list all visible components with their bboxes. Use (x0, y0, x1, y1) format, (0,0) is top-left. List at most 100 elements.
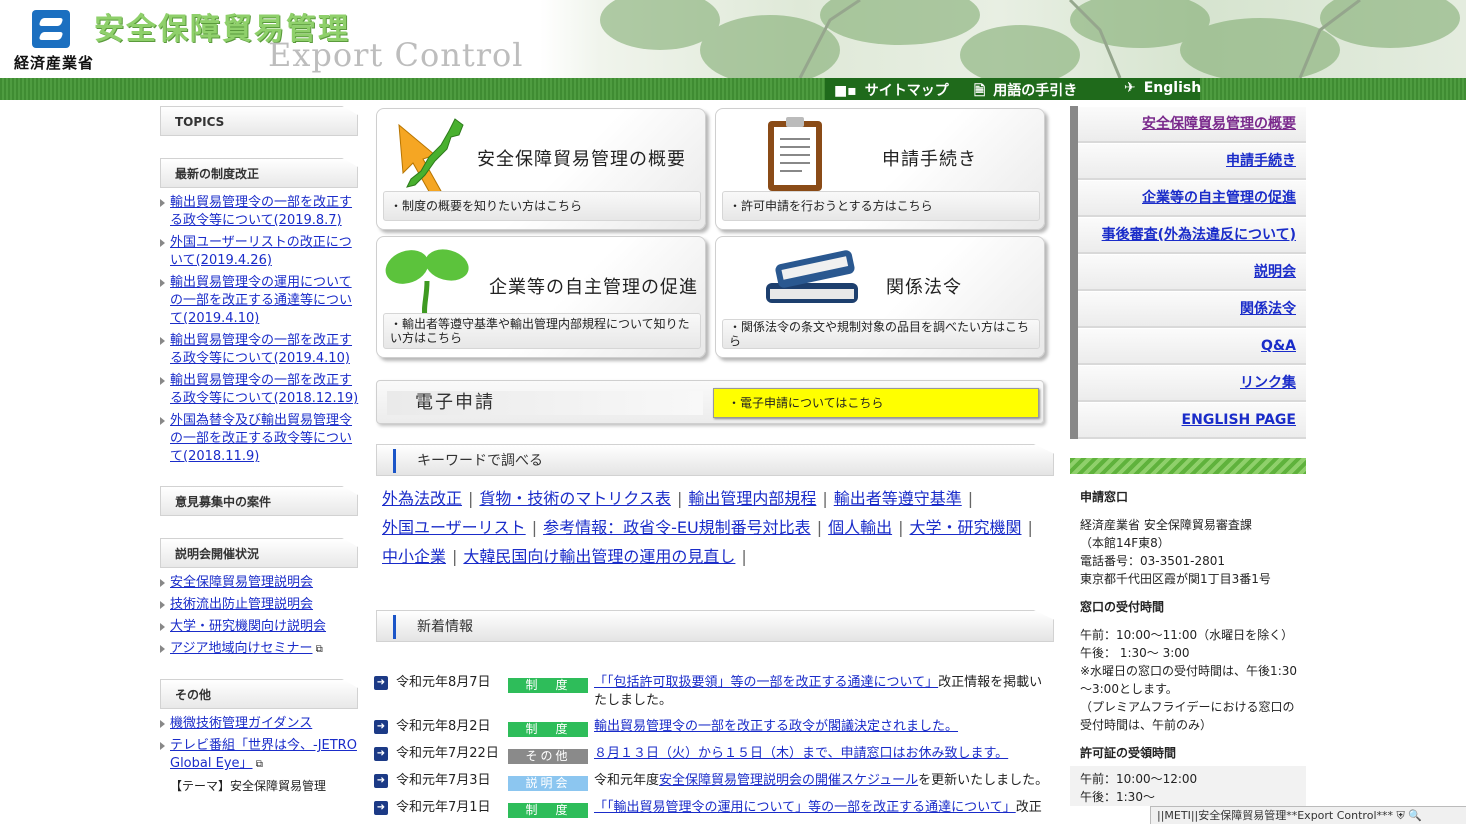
list-item[interactable]: テレビ番組「世界は今、-JETRO Global Eye」 ⧉ (160, 737, 360, 774)
right-nav-link[interactable]: リンク集 (1240, 375, 1296, 391)
news-date: 令和元年8月2日 (396, 719, 491, 734)
right-nav-item[interactable]: 事後審査(外為法違反について) (1078, 217, 1306, 254)
right-nav-item[interactable]: Q&A (1078, 328, 1306, 365)
permit-line: 午前：10:00～12:00 (1080, 772, 1198, 786)
glossary-link[interactable]: 🗎 用語の手引き (974, 80, 1077, 104)
news-link[interactable]: ８月１３日（火）から１５日（木）まで、申請窓口はお休み致します。 (594, 746, 1008, 761)
right-nav-item[interactable]: 企業等の自主管理の促進 (1078, 180, 1306, 217)
right-nav-link[interactable]: Q&A (1261, 338, 1296, 354)
tile-overview[interactable]: 安全保障貿易管理の概要 ・制度の概要を知りたい方はこちら (376, 108, 706, 230)
keyword-link[interactable]: 外為法改正 (382, 489, 462, 508)
news-link[interactable]: 「「輸出貿易管理令の運用について」等の一部を改正する通達について」 (594, 800, 1016, 815)
right-nav-link[interactable]: 事後審査(外為法違反について) (1102, 227, 1296, 243)
list-item[interactable]: 輸出貿易管理令の一部を改正する政令等について(2018.12.19) (160, 372, 360, 408)
list-item[interactable]: 大学・研究機関向け説明会 (160, 618, 360, 636)
guidance-link[interactable]: 機微技術管理ガイダンス (170, 716, 312, 731)
right-nav-link[interactable]: 企業等の自主管理の促進 (1142, 190, 1296, 206)
right-nav-link[interactable]: 関係法令 (1240, 301, 1296, 317)
list-item[interactable]: 輸出貿易管理令の一部を改正する政令等について(2019.8.7) (160, 194, 360, 230)
revision-link[interactable]: 輸出貿易管理令の一部を改正する政令等について(2018.12.19) (170, 373, 358, 406)
arrow-right-icon: ➜ (374, 774, 388, 788)
permit-heading: 許可証の受領時間 (1080, 746, 1177, 760)
tile-description[interactable]: ・関係法令の条文や規制対象の品目を調べたい方はこちら (722, 319, 1040, 349)
right-nav-item[interactable]: ENGLISH PAGE (1078, 402, 1306, 439)
permit-line: 午後：1:30～ (1080, 790, 1155, 804)
right-nav-link[interactable]: 申請手続き (1226, 153, 1296, 169)
list-item[interactable]: 輸出貿易管理令の一部を改正する政令等について(2019.4.10) (160, 332, 360, 368)
right-nav-item[interactable]: 関係法令 (1078, 291, 1306, 328)
topics-heading: TOPICS (160, 106, 358, 136)
news-link[interactable]: 輸出貿易管理令の一部を改正する政令が閣議決定されました。 (594, 719, 958, 734)
left-sidebar: TOPICS 最新の制度改正 輸出貿易管理令の一部を改正する政令等について(20… (160, 106, 360, 794)
revision-link[interactable]: 輸出貿易管理令の一部を改正する政令等について(2019.4.10) (170, 333, 352, 366)
public-comment-heading: 意見募集中の案件 (160, 486, 358, 516)
list-item[interactable]: 安全保障貿易管理説明会 (160, 574, 360, 592)
right-nav-link[interactable]: 説明会 (1254, 264, 1296, 280)
tile-title: 申請手続き (882, 149, 977, 170)
english-link[interactable]: ✈ English (1124, 80, 1201, 96)
keyword-link[interactable]: 参考情報：政省令-EU規制番号対比表 (543, 518, 811, 537)
news-link[interactable]: 安全保障貿易管理説明会の開催スケジュール (659, 773, 918, 788)
briefing-link[interactable]: アジア地域向けセミナー (170, 641, 312, 656)
document-icon: 🗎 (974, 83, 986, 99)
forest-banner-image (600, 0, 1460, 78)
right-nav-item[interactable]: 説明会 (1078, 254, 1306, 291)
keyword-separator: | (531, 518, 538, 537)
keyword-link[interactable]: 外国ユーザーリスト (382, 518, 526, 537)
latest-revisions-heading: 最新の制度改正 (160, 158, 358, 188)
divider-strip (1070, 458, 1306, 474)
theme-item[interactable]: 【テーマ】安全保障貿易管理 (160, 778, 360, 794)
tile-application[interactable]: 申請手続き ・許可申請を行おうとする方はこちら (715, 108, 1045, 230)
other-heading: その他 (160, 679, 358, 709)
revision-link[interactable]: 外国為替令及び輸出貿易管理令の一部を改正する政令等について(2018.11.9) (170, 413, 352, 464)
briefing-link[interactable]: 大学・研究機関向け説明会 (170, 619, 326, 634)
other-list: 機微技術管理ガイダンス テレビ番組「世界は今、-JETRO Global Eye… (160, 709, 360, 774)
news-link[interactable]: 「「包括許可取扱要領」等の一部を改正する通達について」 (594, 675, 938, 690)
tile-laws[interactable]: 関係法令 ・関係法令の条文や規制対象の品目を調べたい方はこちら (715, 236, 1045, 358)
news-suffix: 改正 (1015, 800, 1042, 815)
news-text: 「「包括許可取扱要領」等の一部を改正する通達について」改正情報を掲載いたしました… (594, 674, 1050, 710)
list-item[interactable]: 機微技術管理ガイダンス (160, 715, 360, 733)
keyword-link[interactable]: 輸出者等遵守基準 (834, 489, 962, 508)
keyword-link[interactable]: 輸出管理内部規程 (688, 489, 816, 508)
briefing-link[interactable]: 安全保障貿易管理説明会 (170, 575, 313, 590)
arrow-right-icon: ➜ (374, 747, 388, 761)
list-item[interactable]: アジア地域向けセミナー ⧉ (160, 640, 360, 659)
tv-program-link[interactable]: テレビ番組「世界は今、-JETRO Global Eye」 (170, 738, 357, 771)
contact-line: 東京都千代田区霞が関1丁目3番1号 (1080, 572, 1271, 586)
hours-heading: 窓口の受付時間 (1080, 600, 1165, 614)
keyword-separator: | (898, 518, 904, 537)
keyword-link[interactable]: 個人輸出 (828, 518, 892, 537)
meti-logo-icon[interactable] (32, 10, 70, 48)
revision-link[interactable]: 外国ユーザーリストの改正について(2019.4.26) (170, 235, 352, 268)
briefing-link[interactable]: 技術流出防止管理説明会 (170, 597, 313, 612)
news-text: 「「輸出貿易管理令の運用について」等の一部を改正する通達について」改正 (594, 799, 1050, 818)
keyword-link[interactable]: 貨物・技術のマトリクス表 (479, 489, 671, 508)
keyword-link[interactable]: 大学・研究機関 (909, 518, 1021, 537)
keyword-link[interactable]: 中小企業 (382, 547, 446, 566)
keyword-link[interactable]: 大韓民国向け輸出管理の運用の見直し (463, 547, 735, 566)
list-item[interactable]: 外国ユーザーリストの改正について(2019.4.26) (160, 234, 360, 270)
list-item[interactable]: 技術流出防止管理説明会 (160, 596, 360, 614)
right-nav-item[interactable]: 安全保障貿易管理の概要 (1078, 106, 1306, 143)
right-nav-link[interactable]: ENGLISH PAGE (1182, 412, 1296, 428)
list-item[interactable]: 外国為替令及び輸出貿易管理令の一部を改正する政令等について(2018.11.9) (160, 412, 360, 466)
tile-compliance[interactable]: 企業等の自主管理の促進 ・輸出者等遵守基準や輸出管理内部規程について知りたい方は… (376, 236, 706, 358)
list-item[interactable]: 輸出貿易管理令の運用についての一部を改正する通達等について(2019.4.10) (160, 274, 360, 328)
revision-link[interactable]: 輸出貿易管理令の運用についての一部を改正する通達等について(2019.4.10) (170, 275, 352, 326)
hours-line: 午前：10:00～11:00（水曜日を除く） (1080, 628, 1294, 642)
tile-description[interactable]: ・制度の概要を知りたい方はこちら (383, 191, 701, 221)
keyword-heading: キーワードで調べる (376, 444, 1054, 476)
e-application-button[interactable]: ・電子申請についてはこちら (713, 388, 1039, 418)
revision-link[interactable]: 輸出貿易管理令の一部を改正する政令等について(2019.8.7) (170, 195, 352, 228)
sitemap-link[interactable]: ■▪ サイトマップ (834, 80, 949, 100)
tile-description[interactable]: ・輸出者等遵守基準や輸出管理内部規程について知りたい方はこちら (383, 313, 701, 349)
tile-description[interactable]: ・許可申請を行おうとする方はこちら (722, 191, 1040, 221)
right-nav-link[interactable]: 安全保障貿易管理の概要 (1142, 116, 1296, 132)
tile-title: 安全保障貿易管理の概要 (477, 149, 686, 170)
japan-map-arrow-icon (398, 118, 464, 196)
news-item: ➜ 令和元年7月3日 説明会 令和元年度安全保障貿易管理説明会の開催スケジュールを更新… (374, 772, 1058, 791)
category-badge: その他 (508, 749, 588, 764)
right-nav-item[interactable]: リンク集 (1078, 365, 1306, 402)
right-nav-item[interactable]: 申請手続き (1078, 143, 1306, 180)
